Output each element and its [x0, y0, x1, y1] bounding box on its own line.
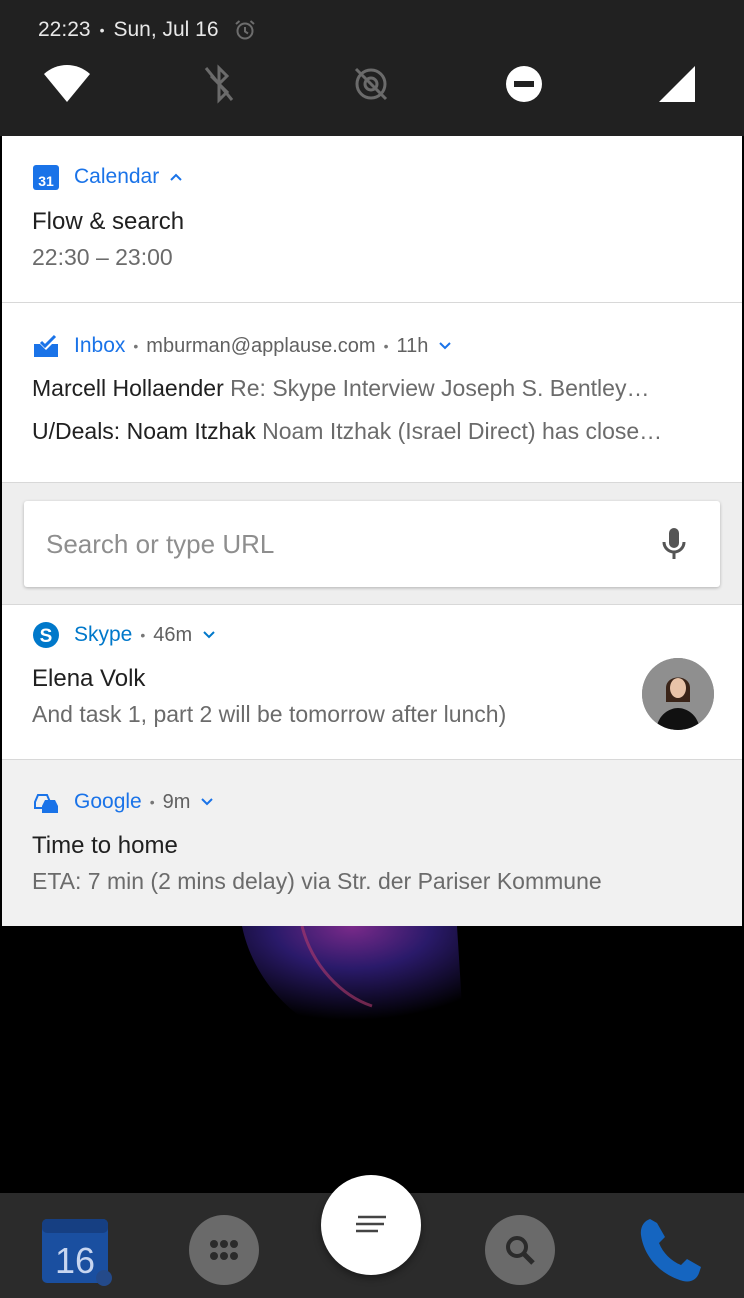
location-off-icon[interactable]: [345, 58, 397, 110]
skype-sender: Elena Volk: [32, 665, 146, 692]
inbox-time: 11h: [396, 334, 429, 357]
traffic-icon: [34, 794, 58, 813]
inbox-message[interactable]: U/Deals: Noam Itzhak Noam Itzhak (Israel…: [32, 418, 722, 445]
status-date: Sun, Jul 16: [113, 18, 219, 41]
google-time: 9m: [162, 790, 191, 813]
svg-text:16: 16: [55, 1240, 95, 1281]
avatar: [642, 658, 714, 730]
inbox-sender: U/Deals: Noam Itzhak: [32, 418, 256, 444]
bluetooth-off-icon[interactable]: [193, 58, 245, 110]
calendar-icon: 31: [33, 165, 59, 190]
wallpaper-art: [242, 926, 462, 1044]
notification-shade-header: 22:23 • Sun, Jul 16: [0, 0, 744, 136]
search-app-icon[interactable]: [485, 1215, 555, 1285]
google-notification-header[interactable]: Google • 9m: [32, 788, 216, 816]
inbox-message[interactable]: Marcell Hollaender Re: Skype Interview J…: [32, 375, 722, 402]
inbox-notification-header[interactable]: Inbox • mburman@applause.com • 11h: [32, 332, 454, 360]
skype-message: And task 1, part 2 will be tomorrow afte…: [32, 701, 507, 727]
inbox-sender: Marcell Hollaender: [32, 375, 224, 401]
skype-app-name: Skype: [74, 623, 133, 646]
chevron-up-icon[interactable]: [167, 168, 185, 186]
cell-signal-icon[interactable]: [651, 58, 703, 110]
svg-text:31: 31: [38, 173, 54, 189]
skype-time: 46m: [153, 623, 193, 646]
calendar-event-title: Flow & search: [32, 208, 185, 235]
google-card-message: ETA: 7 min (2 mins delay) via Str. der P…: [32, 868, 602, 894]
quick-settings-row: [0, 58, 744, 110]
status-bar: 22:23 • Sun, Jul 16: [38, 16, 257, 44]
inbox-icon: [34, 334, 58, 357]
calendar-event-time: 22:30 – 23:00: [32, 244, 173, 270]
skype-notification-header[interactable]: S Skype • 46m: [32, 621, 218, 649]
google-card-title: Time to home: [32, 832, 178, 859]
google-notification[interactable]: Google • 9m Time to home ETA: 7 min (2 m…: [2, 760, 742, 926]
chevron-down-icon[interactable]: [436, 337, 454, 355]
do-not-disturb-icon[interactable]: [498, 58, 550, 110]
wallpaper: [2, 926, 742, 1194]
svg-text:S: S: [40, 626, 53, 647]
skype-notification[interactable]: S Skype • 46m Elena Volk And task 1, par…: [2, 605, 742, 759]
chevron-down-icon[interactable]: [198, 793, 216, 811]
calendar-app-name: Calendar: [74, 165, 160, 188]
search-bar[interactable]: Search or type URL: [24, 501, 720, 587]
notification-menu-button[interactable]: [321, 1175, 421, 1275]
menu-lines-icon: [356, 1215, 386, 1233]
calendar-notification[interactable]: 31 Calendar Flow & search 22:30 – 23:00: [2, 136, 742, 302]
microphone-icon[interactable]: [654, 524, 694, 564]
alarm-icon: [234, 20, 255, 40]
calendar-notification-header[interactable]: 31 Calendar: [32, 163, 185, 191]
google-app-name: Google: [74, 790, 142, 813]
phone-app-icon[interactable]: [632, 1213, 706, 1287]
app-drawer-icon[interactable]: [189, 1215, 259, 1285]
wifi-icon[interactable]: [41, 58, 93, 110]
inbox-preview: Noam Itzhak (Israel Direct) has close…: [262, 418, 663, 444]
calendar-app-icon[interactable]: 16: [40, 1217, 112, 1287]
status-separator: •: [99, 22, 105, 38]
inbox-account: mburman@applause.com: [146, 334, 376, 357]
inbox-app-name: Inbox: [74, 334, 126, 357]
inbox-preview: Re: Skype Interview Joseph S. Bentley…: [230, 375, 650, 401]
inbox-notification[interactable]: Inbox • mburman@applause.com • 11h Marce…: [2, 303, 742, 482]
skype-icon: S: [33, 622, 59, 648]
chevron-down-icon[interactable]: [200, 626, 218, 644]
search-widget: Search or type URL: [2, 483, 742, 604]
status-time: 22:23: [38, 18, 91, 41]
search-input[interactable]: Search or type URL: [46, 529, 274, 560]
